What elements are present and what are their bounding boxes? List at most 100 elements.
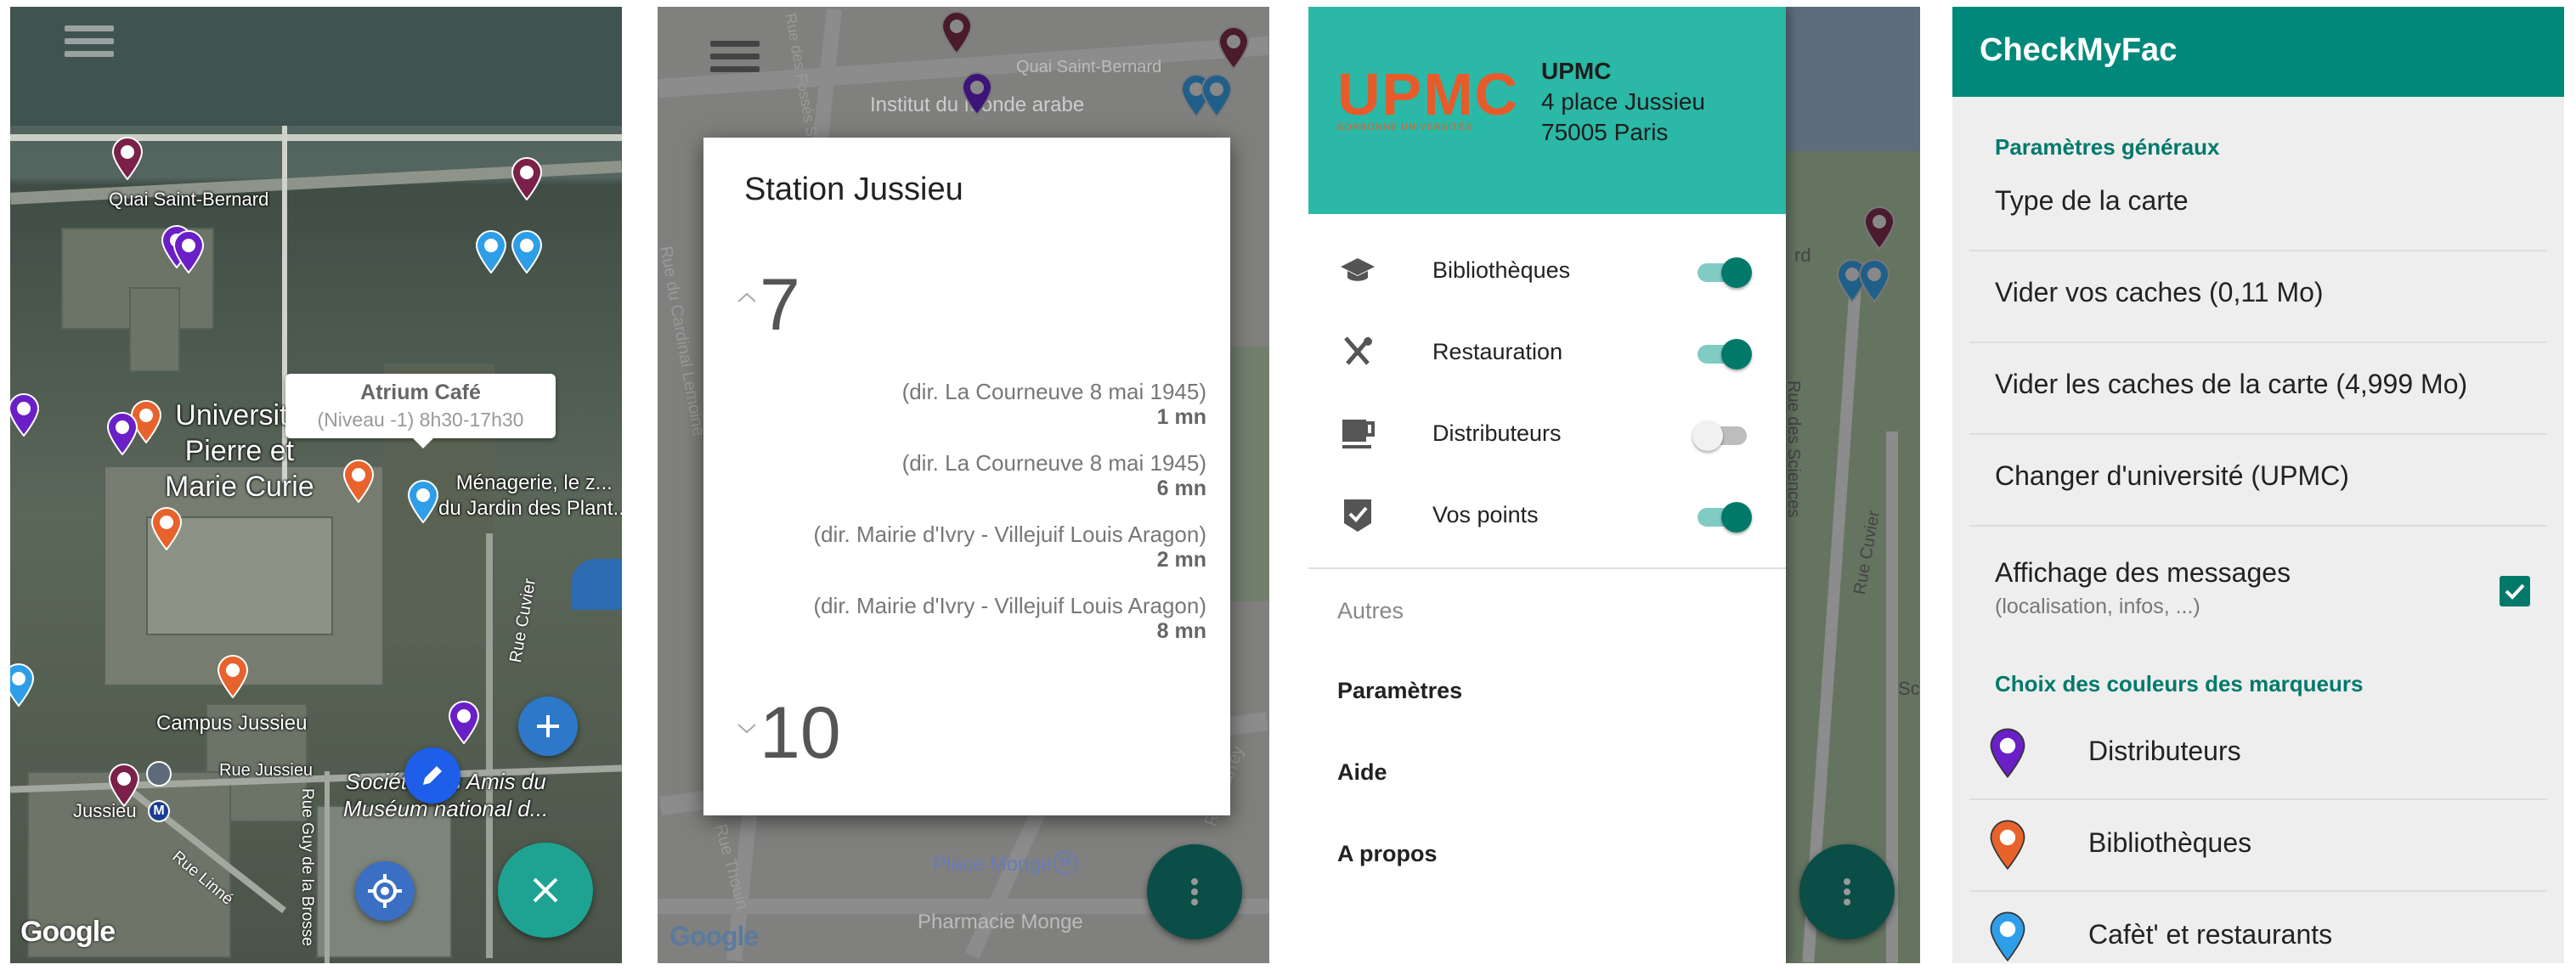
map-pin-library[interactable] (342, 459, 376, 504)
setting-label: Vider les caches de la carte (4,999 Mo) (1995, 369, 2468, 399)
departure-time: 1 mn (1156, 405, 1206, 429)
marker-color-bibliotheques[interactable]: Bibliothèques (1969, 800, 2547, 892)
setting-change-university[interactable]: Changer d'université (UPMC) (1969, 435, 2547, 527)
map-pin-distributor[interactable] (10, 392, 41, 437)
departure-row: (dir. La Courneuve 8 mai 1945) 6 mn (902, 450, 1206, 501)
toggle-switch-on[interactable] (1692, 502, 1752, 533)
info-title: Atrium Café (360, 381, 481, 404)
map-pin-library[interactable] (150, 506, 184, 551)
toggle-row-bibliotheques[interactable]: Bibliothèques (1308, 229, 1786, 311)
marker-pin-purple (1988, 727, 2027, 779)
edit-button[interactable] (404, 747, 460, 804)
setting-label: Vider vos caches (0,11 Mo) (1995, 277, 2324, 307)
label-rue-des-sciences: Rue des Sciences (1784, 381, 1803, 518)
label-menagerie: Ménagerie, le z... du Jardin des Plant..… (438, 471, 622, 520)
nav-aide[interactable]: Aide (1337, 759, 1387, 786)
departure-row: (dir. La Courneuve 8 mai 1945) 1 mn (902, 379, 1206, 430)
departure-direction: (dir. La Courneuve 8 mai 1945) (901, 450, 1206, 476)
map-pin-distributor[interactable] (447, 700, 481, 745)
close-icon (533, 877, 558, 903)
university-address-1: 4 place Jussieu (1541, 88, 1706, 115)
map-pin-maroon[interactable] (1217, 25, 1251, 70)
add-button[interactable] (518, 696, 578, 756)
marker-pin-blue (1988, 911, 2027, 962)
marker-pin-orange (1988, 819, 2027, 871)
map-pin-library[interactable] (216, 654, 250, 699)
toggle-row-distributeurs[interactable]: Distributeurs (1308, 392, 1786, 474)
upmc-logo: UPMC SORBONNE UNIVERSITÉS (1337, 61, 1520, 133)
toggle-label: Restauration (1432, 338, 1563, 364)
google-logo: Google (20, 916, 116, 948)
map-pin-restaurant[interactable] (1857, 258, 1891, 303)
map-pin-distributor[interactable] (960, 71, 994, 116)
toggle-switch-off[interactable] (1692, 420, 1752, 451)
label-rd: rd (1794, 245, 1811, 266)
marker-color-restaurants[interactable]: Cafèt' et restaurants (1969, 892, 2547, 963)
map-pin-restaurant[interactable] (510, 229, 544, 274)
add-icon (537, 715, 559, 737)
toggle-label: Bibliothèques (1432, 257, 1571, 283)
app-bar: CheckMyFac (1952, 7, 2564, 97)
map-pin-maroon[interactable] (110, 136, 144, 181)
toggle-switch-on[interactable] (1692, 257, 1752, 288)
my-location-icon (368, 874, 402, 908)
marker-label: Bibliothèques (2088, 827, 2252, 858)
line-number-top: 7 (760, 264, 800, 346)
map-pin-maroon[interactable] (510, 156, 544, 201)
departure-direction: (dir. La Courneuve 8 mai 1945) (901, 379, 1206, 404)
toggle-row-vos-points[interactable]: Vos points (1308, 474, 1786, 555)
label-quai-saint-bernard: Quai Saint-Bernard (109, 189, 269, 210)
more-options-fab[interactable] (1799, 844, 1895, 939)
coffee-icon (1342, 420, 1375, 448)
edit-icon (423, 766, 442, 785)
metro-station-icon (146, 761, 172, 787)
departure-direction: (dir. Mairie d'Ivry - Villejuif Louis Ar… (813, 593, 1206, 618)
label-campus-jussieu: Campus Jussieu (156, 712, 308, 735)
messages-checkbox[interactable] (2500, 576, 2530, 606)
station-dialog: Station Jussieu 7 (dir. La Courneuve 8 m… (703, 138, 1230, 815)
info-subtitle: (Niveau -1) 8h30-17h30 (317, 409, 524, 431)
nav-a-propos[interactable]: A propos (1337, 841, 1438, 867)
more-vert-icon (1191, 878, 1198, 905)
map-pin-restaurant[interactable] (10, 663, 36, 708)
more-vert-icon (1844, 878, 1850, 905)
menu-icon[interactable] (710, 41, 760, 78)
chevron-up-icon[interactable] (736, 290, 758, 304)
marker-color-distributeurs[interactable]: Distributeurs (1969, 708, 2547, 800)
metro-badge: M (1054, 851, 1077, 875)
marker-label: Cafèt' et restaurants (2088, 919, 2333, 950)
setting-map-type[interactable]: Type de la carte (1969, 173, 2547, 251)
line-number-bottom: 10 (760, 692, 841, 774)
restaurant-icon (1344, 336, 1372, 365)
more-options-fab[interactable] (1147, 844, 1242, 939)
map-pin-distributor[interactable] (105, 411, 139, 456)
setting-show-messages[interactable]: Affichage des messages (localisation, in… (1969, 527, 2547, 642)
departure-row: (dir. Mairie d'Ivry - Villejuif Louis Ar… (813, 593, 1206, 644)
menu-icon[interactable] (65, 25, 114, 63)
drawer-header[interactable]: UPMC SORBONNE UNIVERSITÉS UPMC 4 place J… (1308, 7, 1786, 214)
setting-clear-cache[interactable]: Vider vos caches (0,11 Mo) (1969, 251, 2547, 343)
setting-clear-map-cache[interactable]: Vider les caches de la carte (4,999 Mo) (1969, 343, 2547, 435)
map-pin-restaurant-selected[interactable] (406, 479, 440, 524)
toggle-switch-on[interactable] (1692, 339, 1752, 369)
toggle-row-restauration[interactable]: Restauration (1308, 311, 1786, 392)
close-fab[interactable] (498, 843, 593, 938)
check-badge-icon (1344, 499, 1371, 532)
map-pin-restaurant[interactable] (1200, 73, 1234, 118)
marker-info-window[interactable]: Atrium Café (Niveau -1) 8h30-17h30 (285, 374, 556, 448)
departure-row: (dir. Mairie d'Ivry - Villejuif Louis Ar… (813, 522, 1206, 572)
chevron-down-icon[interactable] (736, 722, 758, 736)
departure-time: 2 mn (1156, 548, 1206, 572)
departure-time: 8 mn (1156, 619, 1206, 643)
label-sc: Sc (1898, 678, 1920, 699)
school-icon (1341, 258, 1375, 281)
map-pin-restaurant[interactable] (474, 229, 508, 274)
map-pin-maroon[interactable] (1862, 206, 1896, 251)
university-address-2: 75005 Paris (1541, 119, 1669, 145)
toggle-label: Vos points (1432, 501, 1539, 527)
map-pin-maroon[interactable] (107, 763, 141, 808)
map-pin-distributor[interactable] (172, 229, 206, 274)
my-location-button[interactable] (355, 861, 415, 921)
nav-parametres[interactable]: Paramètres (1337, 678, 1462, 704)
map-pin-maroon[interactable] (940, 10, 974, 55)
